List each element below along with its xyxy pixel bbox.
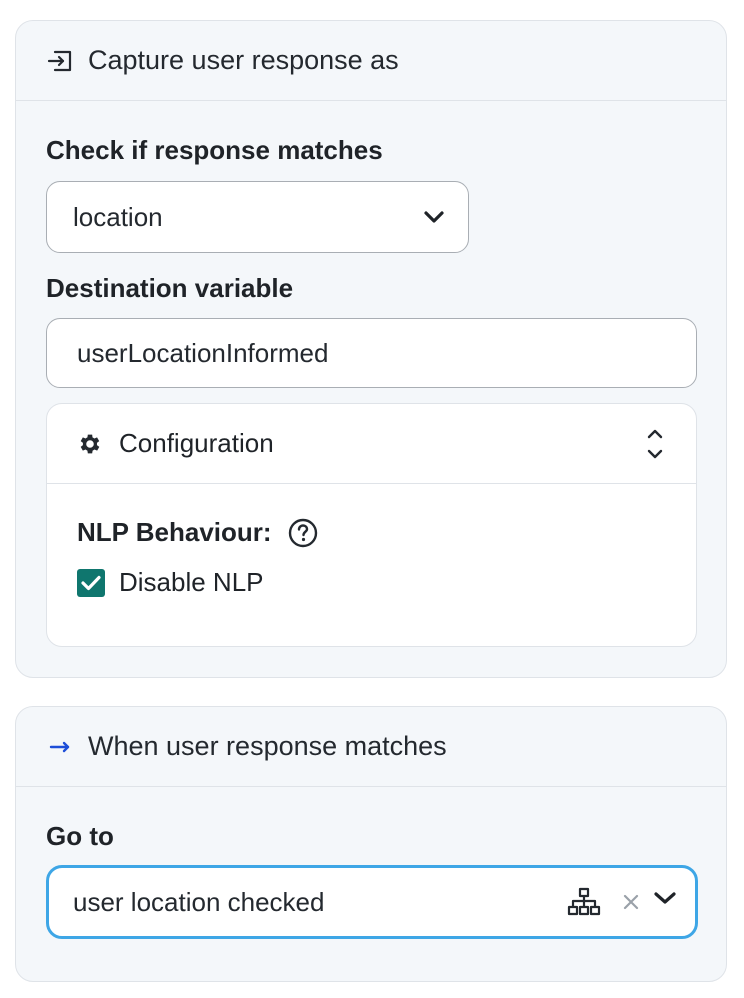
disable-nlp-checkbox[interactable] xyxy=(77,568,105,597)
configuration-header[interactable]: Configuration xyxy=(47,404,696,484)
configuration-panel: Configuration NLP Behaviour: Disable NLP xyxy=(46,403,697,647)
chevron-down-icon[interactable] xyxy=(653,890,677,914)
goto-icons xyxy=(567,887,677,917)
disable-nlp-label: Disable NLP xyxy=(119,567,264,597)
disable-nlp-row[interactable]: Disable NLP xyxy=(77,567,264,598)
when-matches-header: When user response matches xyxy=(16,707,726,787)
when-matches-card: When user response matches Go to user lo… xyxy=(15,706,727,982)
goto-select[interactable]: user location checked xyxy=(46,865,698,939)
when-matches-title: When user response matches xyxy=(88,731,447,761)
goto-value: user location checked xyxy=(73,886,325,917)
capture-card-header: Capture user response as xyxy=(16,21,726,101)
question-circle-icon[interactable] xyxy=(288,518,318,548)
destination-variable-value: userLocationInformed xyxy=(77,337,329,368)
nlp-behaviour-label: NLP Behaviour: xyxy=(77,517,318,548)
input-arrow-icon xyxy=(46,47,74,75)
match-type-value: location xyxy=(73,201,163,232)
capture-card-title: Capture user response as xyxy=(88,45,399,75)
destination-variable-label: Destination variable xyxy=(46,273,294,303)
sitemap-icon[interactable] xyxy=(567,887,601,917)
chevron-down-icon xyxy=(422,205,446,229)
destination-variable-input[interactable]: userLocationInformed xyxy=(46,318,697,388)
nlp-behaviour-text: NLP Behaviour: xyxy=(77,517,272,547)
match-type-select[interactable]: location xyxy=(46,181,469,253)
close-icon[interactable] xyxy=(621,892,641,912)
expand-collapse-icon[interactable] xyxy=(646,427,664,461)
configuration-title: Configuration xyxy=(119,428,274,458)
goto-label: Go to xyxy=(46,821,114,851)
gear-icon xyxy=(77,431,103,457)
arrow-right-icon xyxy=(46,733,74,761)
check-response-label: Check if response matches xyxy=(46,135,383,165)
capture-response-card: Capture user response as Check if respon… xyxy=(15,20,727,678)
